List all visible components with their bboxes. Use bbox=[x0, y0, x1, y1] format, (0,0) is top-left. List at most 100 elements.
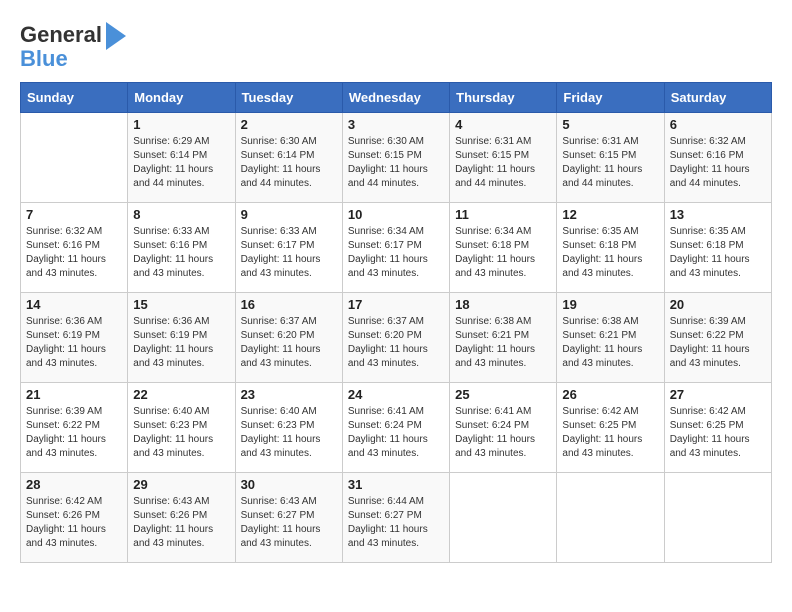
day-info: Sunrise: 6:35 AMSunset: 6:18 PMDaylight:… bbox=[670, 225, 766, 281]
calendar-cell: 26Sunrise: 6:42 AMSunset: 6:25 PMDayligh… bbox=[557, 383, 664, 473]
day-number: 26 bbox=[562, 387, 658, 402]
day-number: 2 bbox=[241, 117, 337, 132]
week-row-2: 7 Sunrise: 6:32 AMSunset: 6:16 PMDaylight… bbox=[21, 203, 772, 293]
calendar-cell: 4 Sunrise: 6:31 AMSunset: 6:15 PMDaylight… bbox=[450, 113, 557, 203]
calendar-cell: 18Sunrise: 6:38 AMSunset: 6:21 PMDayligh… bbox=[450, 293, 557, 383]
calendar-cell: 27Sunrise: 6:42 AMSunset: 6:25 PMDayligh… bbox=[664, 383, 771, 473]
day-info: Sunrise: 6:40 AMSunset: 6:23 PMDaylight:… bbox=[133, 405, 229, 461]
day-number: 23 bbox=[241, 387, 337, 402]
week-row-4: 21 Sunrise: 6:39 AMSunset: 6:22 PMDayligh… bbox=[21, 383, 772, 473]
calendar-cell: 17 Sunrise: 6:37 AMSunset: 6:20 PMDayligh… bbox=[342, 293, 449, 383]
day-info: Sunrise: 6:37 AMSunset: 6:20 PMDaylight:… bbox=[348, 315, 444, 371]
day-number: 21 bbox=[26, 387, 122, 402]
day-number: 13 bbox=[670, 207, 766, 222]
day-number: 15 bbox=[133, 297, 229, 312]
calendar-cell: 31 Sunrise: 6:44 AMSunset: 6:27 PMDayligh… bbox=[342, 473, 449, 563]
calendar-cell: 6 Sunrise: 6:32 AMSunset: 6:16 PMDaylight… bbox=[664, 113, 771, 203]
day-number: 30 bbox=[241, 477, 337, 492]
day-info: Sunrise: 6:31 AMSunset: 6:15 PMDaylight:… bbox=[562, 135, 658, 191]
day-info: Sunrise: 6:32 AMSunset: 6:16 PMDaylight:… bbox=[26, 225, 122, 281]
calendar-cell: 25 Sunrise: 6:41 AMSunset: 6:24 PMDayligh… bbox=[450, 383, 557, 473]
day-number: 9 bbox=[241, 207, 337, 222]
day-info: Sunrise: 6:41 AMSunset: 6:24 PMDaylight:… bbox=[348, 405, 444, 461]
day-number: 29 bbox=[133, 477, 229, 492]
day-info: Sunrise: 6:30 AMSunset: 6:14 PMDaylight:… bbox=[241, 135, 337, 191]
day-info: Sunrise: 6:32 AMSunset: 6:16 PMDaylight:… bbox=[670, 135, 766, 191]
day-info: Sunrise: 6:36 AMSunset: 6:19 PMDaylight:… bbox=[26, 315, 122, 371]
header-thursday: Thursday bbox=[450, 83, 557, 113]
day-info: Sunrise: 6:42 AMSunset: 6:25 PMDaylight:… bbox=[670, 405, 766, 461]
day-number: 16 bbox=[241, 297, 337, 312]
calendar-cell: 24 Sunrise: 6:41 AMSunset: 6:24 PMDayligh… bbox=[342, 383, 449, 473]
calendar-cell: 22 Sunrise: 6:40 AMSunset: 6:23 PMDayligh… bbox=[128, 383, 235, 473]
calendar-cell: 19Sunrise: 6:38 AMSunset: 6:21 PMDayligh… bbox=[557, 293, 664, 383]
day-info: Sunrise: 6:41 AMSunset: 6:24 PMDaylight:… bbox=[455, 405, 551, 461]
day-number: 18 bbox=[455, 297, 551, 312]
calendar-cell: 5Sunrise: 6:31 AMSunset: 6:15 PMDaylight… bbox=[557, 113, 664, 203]
calendar-cell: 30Sunrise: 6:43 AMSunset: 6:27 PMDayligh… bbox=[235, 473, 342, 563]
calendar-cell: 12Sunrise: 6:35 AMSunset: 6:18 PMDayligh… bbox=[557, 203, 664, 293]
day-number: 17 bbox=[348, 297, 444, 312]
logo: General Blue bbox=[20, 20, 126, 72]
week-row-3: 14Sunrise: 6:36 AMSunset: 6:19 PMDayligh… bbox=[21, 293, 772, 383]
day-info: Sunrise: 6:36 AMSunset: 6:19 PMDaylight:… bbox=[133, 315, 229, 371]
day-number: 7 bbox=[26, 207, 122, 222]
day-number: 24 bbox=[348, 387, 444, 402]
calendar-cell: 8 Sunrise: 6:33 AMSunset: 6:16 PMDaylight… bbox=[128, 203, 235, 293]
day-info: Sunrise: 6:44 AMSunset: 6:27 PMDaylight:… bbox=[348, 495, 444, 551]
week-row-1: 1Sunrise: 6:29 AMSunset: 6:14 PMDaylight… bbox=[21, 113, 772, 203]
header-friday: Friday bbox=[557, 83, 664, 113]
day-number: 10 bbox=[348, 207, 444, 222]
calendar-cell: 23 Sunrise: 6:40 AMSunset: 6:23 PMDayligh… bbox=[235, 383, 342, 473]
day-info: Sunrise: 6:31 AMSunset: 6:15 PMDaylight:… bbox=[455, 135, 551, 191]
day-number: 20 bbox=[670, 297, 766, 312]
week-row-5: 28 Sunrise: 6:42 AMSunset: 6:26 PMDayligh… bbox=[21, 473, 772, 563]
day-info: Sunrise: 6:30 AMSunset: 6:15 PMDaylight:… bbox=[348, 135, 444, 191]
logo-arrow-icon bbox=[106, 22, 126, 50]
day-info: Sunrise: 6:33 AMSunset: 6:16 PMDaylight:… bbox=[133, 225, 229, 281]
day-info: Sunrise: 6:40 AMSunset: 6:23 PMDaylight:… bbox=[241, 405, 337, 461]
day-info: Sunrise: 6:42 AMSunset: 6:26 PMDaylight:… bbox=[26, 495, 122, 551]
day-info: Sunrise: 6:33 AMSunset: 6:17 PMDaylight:… bbox=[241, 225, 337, 281]
header-saturday: Saturday bbox=[664, 83, 771, 113]
calendar-cell: 14Sunrise: 6:36 AMSunset: 6:19 PMDayligh… bbox=[21, 293, 128, 383]
header-sunday: Sunday bbox=[21, 83, 128, 113]
calendar-cell: 1Sunrise: 6:29 AMSunset: 6:14 PMDaylight… bbox=[128, 113, 235, 203]
day-info: Sunrise: 6:39 AMSunset: 6:22 PMDaylight:… bbox=[670, 315, 766, 371]
calendar-cell: 13 Sunrise: 6:35 AMSunset: 6:18 PMDayligh… bbox=[664, 203, 771, 293]
day-number: 31 bbox=[348, 477, 444, 492]
calendar-cell: 10Sunrise: 6:34 AMSunset: 6:17 PMDayligh… bbox=[342, 203, 449, 293]
day-number: 3 bbox=[348, 117, 444, 132]
day-number: 22 bbox=[133, 387, 229, 402]
calendar-cell: 28 Sunrise: 6:42 AMSunset: 6:26 PMDayligh… bbox=[21, 473, 128, 563]
day-number: 6 bbox=[670, 117, 766, 132]
calendar-cell: 11 Sunrise: 6:34 AMSunset: 6:18 PMDayligh… bbox=[450, 203, 557, 293]
calendar-cell: 3 Sunrise: 6:30 AMSunset: 6:15 PMDaylight… bbox=[342, 113, 449, 203]
calendar-cell bbox=[557, 473, 664, 563]
calendar-cell bbox=[664, 473, 771, 563]
day-number: 25 bbox=[455, 387, 551, 402]
day-info: Sunrise: 6:37 AMSunset: 6:20 PMDaylight:… bbox=[241, 315, 337, 371]
day-number: 8 bbox=[133, 207, 229, 222]
day-info: Sunrise: 6:38 AMSunset: 6:21 PMDaylight:… bbox=[562, 315, 658, 371]
calendar-cell: 20 Sunrise: 6:39 AMSunset: 6:22 PMDayligh… bbox=[664, 293, 771, 383]
calendar-cell: 16 Sunrise: 6:37 AMSunset: 6:20 PMDayligh… bbox=[235, 293, 342, 383]
day-number: 11 bbox=[455, 207, 551, 222]
day-number: 4 bbox=[455, 117, 551, 132]
calendar-cell bbox=[21, 113, 128, 203]
header-monday: Monday bbox=[128, 83, 235, 113]
logo-text: General bbox=[20, 22, 102, 48]
calendar-cell: 9 Sunrise: 6:33 AMSunset: 6:17 PMDaylight… bbox=[235, 203, 342, 293]
calendar-table: SundayMondayTuesdayWednesdayThursdayFrid… bbox=[20, 82, 772, 563]
day-info: Sunrise: 6:29 AMSunset: 6:14 PMDaylight:… bbox=[133, 135, 229, 191]
page-header: General Blue bbox=[20, 20, 772, 72]
day-number: 12 bbox=[562, 207, 658, 222]
calendar-cell bbox=[450, 473, 557, 563]
header-tuesday: Tuesday bbox=[235, 83, 342, 113]
day-number: 28 bbox=[26, 477, 122, 492]
calendar-cell: 7 Sunrise: 6:32 AMSunset: 6:16 PMDaylight… bbox=[21, 203, 128, 293]
day-info: Sunrise: 6:34 AMSunset: 6:18 PMDaylight:… bbox=[455, 225, 551, 281]
day-info: Sunrise: 6:39 AMSunset: 6:22 PMDaylight:… bbox=[26, 405, 122, 461]
calendar-cell: 21 Sunrise: 6:39 AMSunset: 6:22 PMDayligh… bbox=[21, 383, 128, 473]
calendar-header-row: SundayMondayTuesdayWednesdayThursdayFrid… bbox=[21, 83, 772, 113]
